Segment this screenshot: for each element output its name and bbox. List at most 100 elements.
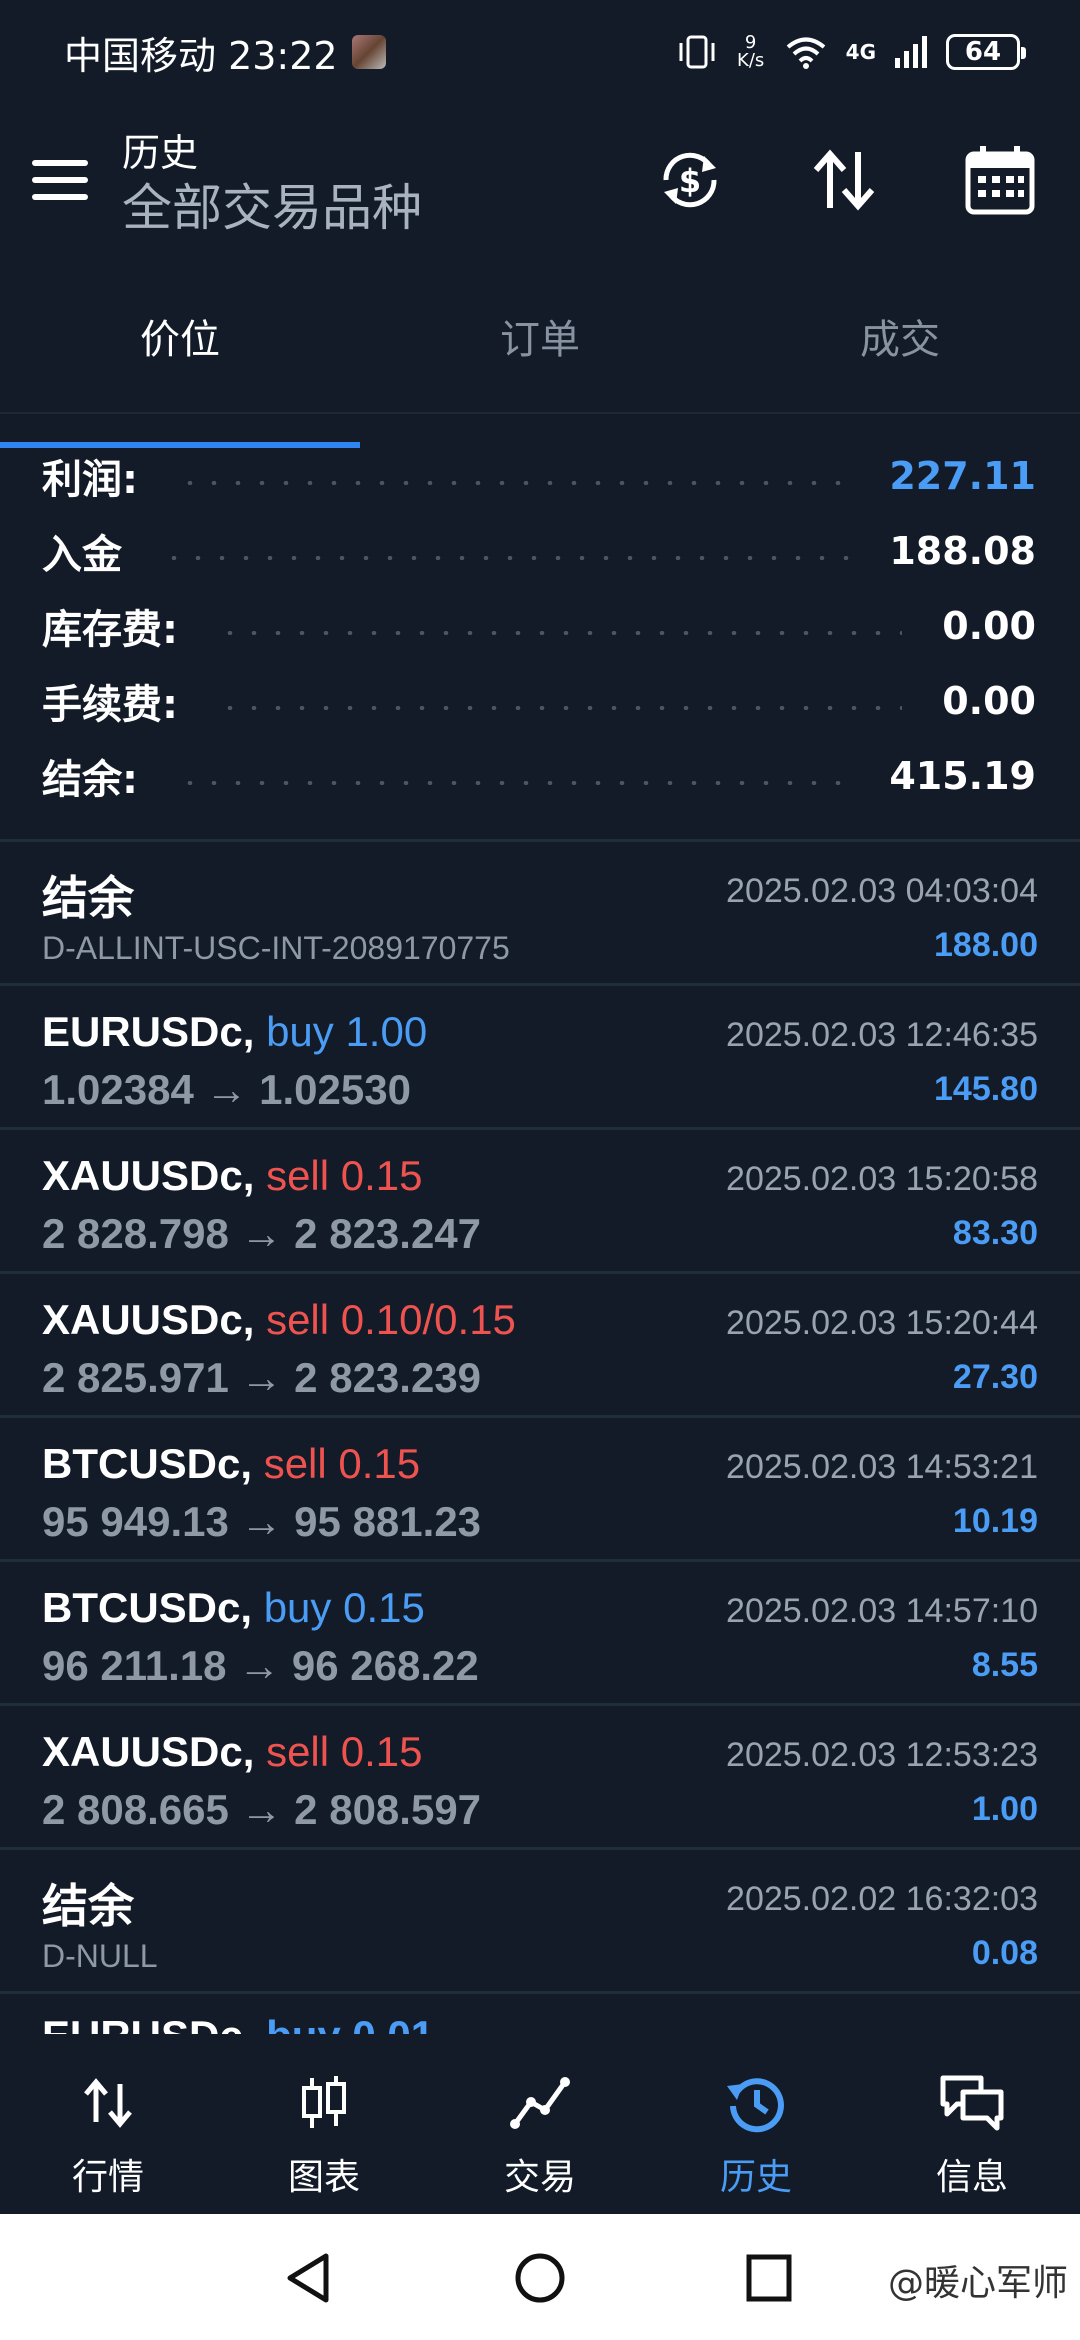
summary-value: 0.00: [942, 603, 1036, 648]
svg-text:$: $: [679, 162, 701, 200]
nav-trade[interactable]: 交易: [432, 2034, 648, 2214]
deal-symbol: BTCUSDc,: [42, 1584, 253, 1631]
deal-time: 2025.02.03 14:57:10: [726, 1592, 1038, 1630]
list-item[interactable]: 结余 D-ALLINT-USC-INT-2089170775 2025.02.0…: [0, 842, 1080, 986]
summary-label: 结余:: [42, 756, 138, 803]
deal-profit: 0.08: [971, 1934, 1038, 1972]
deal-symbol: EURUSDc,: [42, 2012, 254, 2034]
history-clock-icon: [727, 2078, 784, 2133]
sort-icon[interactable]: [806, 142, 882, 218]
deal-symbol: XAUUSDc,: [42, 1152, 255, 1199]
list-item[interactable]: BTCUSDc, buy 0.15 96 211.18 → 96 268.22 …: [0, 1562, 1080, 1706]
symbol-filter[interactable]: 全部交易品种: [122, 176, 422, 240]
deal-time: 2025.02.03 04:03:04: [726, 872, 1038, 910]
list-item[interactable]: XAUUSDc, sell 0.15 2 808.665 → 2 808.597…: [0, 1706, 1080, 1850]
app-header: 历史 全部交易品种 $: [0, 110, 1080, 260]
deal-symbol: XAUUSDc,: [42, 1728, 255, 1775]
deal-time: 2025.02.03 12:46:35: [726, 1016, 1038, 1054]
network-type: 4G: [845, 40, 876, 64]
menu-icon[interactable]: [32, 160, 88, 206]
deal-side: sell 0.15: [266, 1152, 423, 1199]
summary-value: 0.00: [942, 678, 1036, 723]
deal-prices: 95 949.13 → 95 881.23: [42, 1498, 482, 1545]
list-item[interactable]: XAUUSDc, sell 0.10/0.15 2 825.971 → 2 82…: [0, 1274, 1080, 1418]
deal-time: 2025.02.03 12:53:23: [726, 1736, 1038, 1774]
bottom-nav: 行情 图表 交易 历史 信息: [0, 2034, 1080, 2214]
nav-label: 历史: [719, 2157, 792, 2198]
nav-quotes[interactable]: 行情: [0, 2034, 216, 2214]
deal-side: buy 1.00: [266, 1008, 428, 1055]
summary-label: 手续费:: [42, 681, 178, 728]
list-item[interactable]: 结余 D-NULL 2025.02.02 16:32:03 0.08: [0, 1850, 1080, 1994]
nav-label: 行情: [71, 2157, 144, 2198]
summary-row-swap: 库存费: 0.00: [0, 588, 1080, 663]
status-bar: 中国移动 23:22 9 K/s 4G 64: [0, 0, 1080, 104]
tab-bar: 价位 订单 成交: [0, 300, 1080, 448]
deal-time: 2025.02.03 14:53:21: [726, 1448, 1038, 1486]
tab-deals[interactable]: 成交: [720, 300, 1080, 412]
home-icon[interactable]: [514, 2252, 566, 2304]
deal-side: buy 0.01: [266, 2012, 434, 2034]
battery-level: 64: [964, 37, 1002, 67]
list-item[interactable]: XAUUSDc, sell 0.15 2 828.798 → 2 823.247…: [0, 1130, 1080, 1274]
summary-value: 227.11: [889, 453, 1036, 498]
nav-label: 交易: [503, 2157, 576, 2198]
app-screen: 中国移动 23:22 9 K/s 4G 64 历史 全部交易品种 $ 价位 订单…: [0, 0, 1080, 2340]
nav-messages[interactable]: 信息: [864, 2034, 1080, 2214]
deal-prices: 2 828.798 → 2 823.247: [42, 1210, 482, 1257]
list-item-partial[interactable]: EURUSDc, buy 0.01: [0, 1994, 1080, 2034]
calendar-icon[interactable]: [962, 142, 1038, 218]
deal-profit: 27.30: [952, 1358, 1038, 1396]
list-item[interactable]: BTCUSDc, sell 0.15 95 949.13 → 95 881.23…: [0, 1418, 1080, 1562]
deal-prices: 2 808.665 → 2 808.597: [42, 1786, 482, 1833]
deal-profit: 83.30: [952, 1214, 1038, 1252]
candlestick-chart-icon: [302, 2076, 346, 2128]
deal-time: 2025.02.03 15:20:44: [726, 1304, 1038, 1342]
deal-profit: 145.80: [934, 1070, 1038, 1108]
deal-side: sell 0.10/0.15: [266, 1296, 516, 1343]
watermark: @暖心军师: [888, 2254, 1068, 2306]
deal-prices: 96 211.18 → 96 268.22: [42, 1642, 479, 1689]
deal-prices: 1.02384 → 1.02530: [42, 1066, 411, 1113]
deal-side: buy 0.15: [263, 1584, 425, 1631]
nav-label: 信息: [935, 2157, 1008, 2198]
deal-profit: 10.19: [952, 1502, 1038, 1540]
nav-label: 图表: [287, 2157, 360, 2198]
nav-history[interactable]: 历史: [648, 2034, 864, 2214]
tab-positions[interactable]: 价位: [0, 300, 360, 448]
deal-symbol: BTCUSDc,: [42, 1440, 253, 1487]
summary-label: 库存费:: [42, 606, 178, 653]
watermark-text: @暖心军师: [887, 2263, 1068, 2304]
battery-icon: 64: [946, 34, 1026, 70]
deal-side: sell 0.15: [263, 1440, 421, 1487]
trade-line-icon: [510, 2077, 570, 2129]
carrier-time: 中国移动 23:22: [64, 33, 338, 78]
signal-icon: [895, 36, 927, 68]
summary-value: 188.08: [889, 528, 1036, 573]
tab-orders[interactable]: 订单: [360, 300, 720, 412]
deal-title: 结余: [42, 871, 134, 925]
deal-symbol: XAUUSDc,: [42, 1296, 255, 1343]
page-title: 历史: [122, 131, 199, 175]
deal-profit: 188.00: [934, 926, 1038, 964]
currency-sync-icon[interactable]: $: [652, 142, 728, 218]
summary-label: 利润:: [42, 456, 138, 503]
back-icon[interactable]: [284, 2252, 334, 2304]
vibrate-icon: [679, 35, 715, 69]
wifi-icon: [786, 37, 825, 69]
recents-icon[interactable]: [744, 2252, 794, 2304]
deal-time: 2025.02.02 16:32:03: [726, 1880, 1038, 1918]
net-speed: 9 K/s: [737, 32, 765, 71]
messages-icon: [940, 2075, 1004, 2131]
notification-avatar-icon: [351, 35, 386, 69]
deal-prices: 2 825.971 → 2 823.239: [42, 1354, 482, 1401]
deal-side: sell 0.15: [266, 1728, 423, 1775]
deal-profit: 8.55: [971, 1646, 1038, 1684]
summary-row-profit: 利润: 227.11: [0, 438, 1080, 513]
deal-symbol: EURUSDc,: [42, 1008, 255, 1055]
nav-chart[interactable]: 图表: [216, 2034, 432, 2214]
summary-value: 415.19: [889, 753, 1036, 798]
list-item[interactable]: EURUSDc, buy 1.00 1.02384 → 1.02530 2025…: [0, 986, 1080, 1130]
system-nav-bar: @暖心军师: [0, 2214, 1080, 2340]
summary-label: 入金: [42, 531, 122, 578]
